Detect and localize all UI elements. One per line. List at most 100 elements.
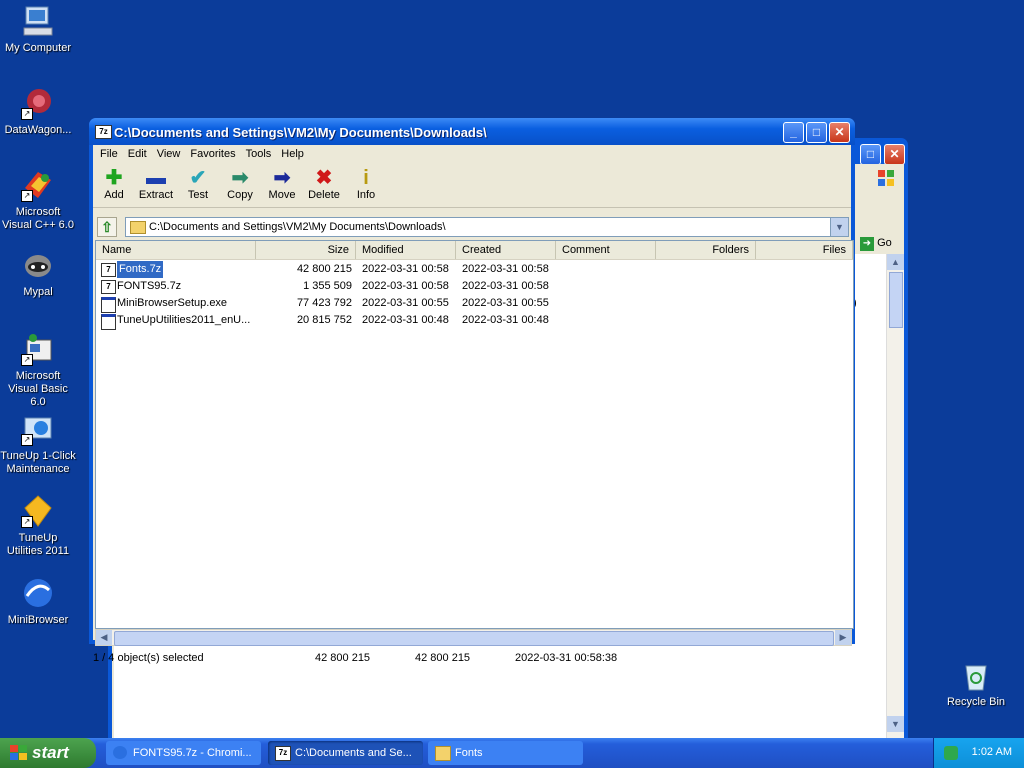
toolbar-info-button[interactable]: i Info — [345, 163, 387, 207]
file-list: Name Size Modified Created Comment Folde… — [95, 240, 854, 629]
tuneup-maintenance-icon: ↗ — [21, 412, 55, 446]
file-modified: 2022-03-31 00:48 — [362, 314, 449, 326]
toolbar-delete-button[interactable]: ✖ Delete — [303, 163, 345, 207]
toolbar-move-button[interactable]: ➡ Move — [261, 163, 303, 207]
scroll-up-icon[interactable]: ▲ — [887, 254, 904, 270]
scroll-thumb[interactable] — [114, 631, 834, 646]
desktop-icon-msvc[interactable]: ↗ Microsoft Visual C++ 6.0 — [0, 168, 76, 232]
column-folders[interactable]: Folders — [656, 241, 756, 259]
address-path: C:\Documents and Settings\VM2\My Documen… — [149, 221, 446, 233]
title-bar[interactable]: 7z C:\Documents and Settings\VM2\My Docu… — [89, 118, 855, 145]
start-button[interactable]: start — [0, 738, 96, 768]
scroll-left-icon[interactable]: ◀ — [96, 630, 112, 645]
sevenzip-app-icon: 7z — [95, 125, 112, 139]
close-button[interactable]: ✕ — [829, 122, 850, 143]
file-size: 20 815 752 — [296, 314, 352, 326]
check-icon: ✔ — [189, 167, 207, 189]
toolbar-label: Test — [187, 189, 209, 201]
toolbar-test-button[interactable]: ✔ Test — [177, 163, 219, 207]
file-row[interactable]: 7 Fonts.7z 42 800 215 2022-03-31 00:58 2022-… — [96, 261, 853, 278]
window-title: C:\Documents and Settings\VM2\My Documen… — [114, 125, 487, 140]
minus-icon: ▬ — [146, 167, 166, 189]
file-created: 2022-03-31 00:55 — [462, 297, 549, 309]
minimize-button[interactable]: _ — [783, 122, 804, 143]
menu-bar: File Edit View Favorites Tools Help — [93, 145, 851, 163]
address-bar: ⇧ C:\Documents and Settings\VM2\My Docum… — [95, 217, 849, 237]
file-modified: 2022-03-31 00:58 — [362, 263, 449, 275]
system-tray: 1:02 AM — [933, 738, 1024, 768]
desktop-icon-datawagon[interactable]: ↗ DataWagon... — [0, 86, 76, 137]
file-name: TuneUpUtilities2011_enU... — [117, 314, 251, 326]
column-size[interactable]: Size — [256, 241, 356, 259]
windows-flag-icon — [10, 745, 28, 761]
column-created[interactable]: Created — [456, 241, 556, 259]
computer-icon — [21, 4, 55, 38]
toolbar-label: Delete — [308, 189, 340, 201]
chevron-down-icon[interactable]: ▼ — [830, 218, 848, 236]
desktop-icon-label: Mypal — [23, 286, 53, 298]
taskbar-item-label: Fonts — [455, 747, 483, 759]
column-files[interactable]: Files — [756, 241, 853, 259]
column-name[interactable]: Name — [96, 241, 256, 259]
taskbar-item-label: FONTS95.7z - Chromi... — [133, 747, 252, 759]
toolbar-extract-button[interactable]: ▬ Extract — [135, 163, 177, 207]
shortcut-arrow-icon: ↗ — [21, 190, 33, 202]
desktop-icon-recycle-bin[interactable]: Recycle Bin — [938, 660, 1014, 708]
horizontal-scrollbar[interactable]: ◀ ▶ — [95, 629, 852, 646]
toolbar-copy-button[interactable]: ➡ Copy — [219, 163, 261, 207]
file-created: 2022-03-31 00:58 — [462, 280, 549, 292]
go-button[interactable]: ➜ Go — [860, 234, 900, 252]
column-comment[interactable]: Comment — [556, 241, 656, 259]
file-name: FONTS95.7z — [117, 280, 182, 292]
folder-up-button[interactable]: ⇧ — [97, 217, 117, 237]
menu-file[interactable]: File — [95, 145, 123, 163]
minibrowser-icon — [21, 576, 55, 610]
desktop-icon-label: MiniBrowser — [7, 614, 69, 626]
tuneup-utilities-icon: ↗ — [21, 494, 55, 528]
shortcut-arrow-icon: ↗ — [21, 516, 33, 528]
shortcut-arrow-icon: ↗ — [21, 354, 33, 366]
shortcut-arrow-icon: ↗ — [21, 108, 33, 120]
taskbar-item-sevenzip[interactable]: 7z C:\Documents and Se... — [268, 741, 423, 765]
file-row[interactable]: TuneUpUtilities2011_enU... 20 815 752 2022… — [96, 312, 853, 330]
menu-edit[interactable]: Edit — [123, 145, 152, 163]
column-modified[interactable]: Modified — [356, 241, 456, 259]
menu-view[interactable]: View — [152, 145, 186, 163]
taskbar-item-fonts[interactable]: Fonts — [428, 741, 583, 765]
go-label: Go — [877, 237, 892, 249]
toolbar-label: Move — [268, 189, 296, 201]
file-size: 42 800 215 — [296, 263, 352, 275]
desktop-icon-tuneup-maintenance[interactable]: ↗ TuneUp 1-Click Maintenance — [0, 412, 76, 476]
desktop-icon-label: TuneUp Utilities 2011 — [6, 532, 70, 557]
fonts-vertical-scrollbar[interactable]: ▲ ▼ — [886, 254, 904, 738]
archive-icon: 7 — [101, 263, 116, 277]
desktop-icon-msvb[interactable]: ↗ Microsoft Visual Basic 6.0 — [0, 332, 76, 409]
file-size: 1 355 509 — [303, 280, 352, 292]
tray-icon[interactable] — [944, 746, 958, 760]
raccoon-icon — [21, 248, 55, 282]
desktop-icon-label: Microsoft Visual Basic 6.0 — [8, 370, 68, 408]
desktop-icon-tuneup-utilities[interactable]: ↗ TuneUp Utilities 2011 — [0, 494, 76, 558]
scroll-right-icon[interactable]: ▶ — [835, 630, 851, 645]
desktop-icon-minibrowser[interactable]: MiniBrowser — [0, 576, 76, 627]
desktop-icon-mypal[interactable]: Mypal — [0, 248, 76, 299]
file-row[interactable]: 7 FONTS95.7z 1 355 509 2022-03-31 00:58 2022… — [96, 278, 853, 295]
desktop-icon-label: My Computer — [4, 42, 72, 54]
file-row[interactable]: MiniBrowserSetup.exe 77 423 792 2022-03-31… — [96, 295, 853, 313]
file-modified: 2022-03-31 00:58 — [362, 280, 449, 292]
maximize-button[interactable]: □ — [806, 122, 827, 143]
desktop-icon-my-computer[interactable]: My Computer — [0, 4, 76, 55]
address-field[interactable]: C:\Documents and Settings\VM2\My Documen… — [125, 217, 849, 237]
file-name: MiniBrowserSetup.exe — [117, 297, 228, 309]
menu-help[interactable]: Help — [276, 145, 309, 163]
menu-tools[interactable]: Tools — [241, 145, 277, 163]
scroll-down-icon[interactable]: ▼ — [887, 716, 904, 732]
toolbar-label: Add — [104, 189, 124, 201]
toolbar-add-button[interactable]: ✚ Add — [93, 163, 135, 207]
taskbar-item-chromium[interactable]: FONTS95.7z - Chromi... — [106, 741, 261, 765]
scroll-thumb[interactable] — [889, 272, 903, 328]
maximize-button-bg[interactable]: □ — [860, 144, 881, 165]
close-button-bg[interactable]: ✕ — [884, 144, 905, 165]
status-bar: 1 / 4 object(s) selected 42 800 215 42 8… — [93, 648, 851, 668]
menu-favorites[interactable]: Favorites — [185, 145, 240, 163]
